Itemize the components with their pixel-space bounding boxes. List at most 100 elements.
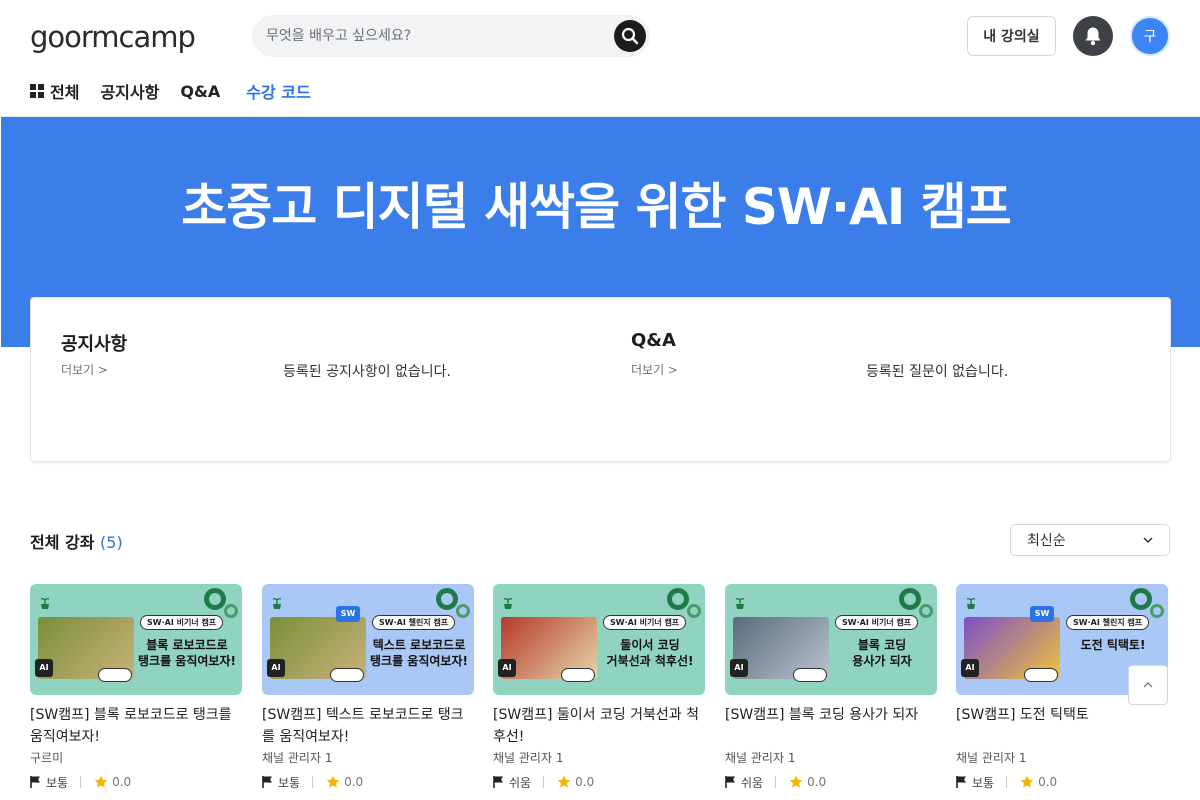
course-rating: 0.0 <box>112 775 132 789</box>
star-icon <box>789 775 803 788</box>
course-title[interactable]: [SW캠프] 텍스트 로보코드로 탱크를 움직여보자! <box>262 704 474 748</box>
search-bar <box>252 15 650 57</box>
course-level: 보통 <box>278 775 301 790</box>
ai-badge-icon: AI <box>267 659 285 677</box>
course-card[interactable]: SW·AI 비기너 캠프 둘이서 코딩 거북선과 척후선! AI [SW캠프] … <box>493 584 705 790</box>
star-icon <box>557 775 571 788</box>
scroll-top-button[interactable] <box>1128 665 1168 705</box>
nav-qna[interactable]: Q&A <box>180 82 220 101</box>
meta-divider <box>1006 776 1008 788</box>
course-level: 쉬움 <box>509 775 532 790</box>
notice-more-link[interactable]: 더보기 > <box>61 361 108 378</box>
my-courses-button[interactable]: 내 강의실 <box>967 16 1056 56</box>
sprout-icon <box>966 598 976 609</box>
course-thumbnail[interactable]: SW·AI 비기너 캠프 블록 로보코드로 탱크를 움직여보자! AI <box>30 584 242 695</box>
small-gear-icon <box>1150 604 1164 618</box>
course-title[interactable]: [SW캠프] 블록 코딩 용사가 되자 <box>725 704 937 748</box>
course-author: 채널 관리자 1 <box>956 751 1027 765</box>
meta-divider <box>543 776 545 788</box>
course-author: 채널 관리자 1 <box>262 751 333 765</box>
course-meta: 보통 0.0 <box>262 774 474 790</box>
sw-badge-icon: SW <box>336 606 360 622</box>
notice-section: 공지사항 더보기 > 등록된 공지사항이 없습니다. <box>31 298 601 463</box>
thumbnail-camp-tag: SW·AI 비기너 캠프 <box>603 615 687 630</box>
notice-empty-message: 등록된 공지사항이 없습니다. <box>283 364 451 380</box>
nav-enroll-code[interactable]: 수강 코드 <box>246 79 310 103</box>
console-icon <box>1024 668 1058 682</box>
course-author: 구르미 <box>30 751 64 765</box>
course-card[interactable]: SW·AI 비기너 캠프 블록 코딩 용사가 되자 AI [SW캠프] 블록 코… <box>725 584 937 790</box>
course-title[interactable]: [SW캠프] 둘이서 코딩 거북선과 척후선! <box>493 704 705 748</box>
course-meta: 쉬움 0.0 <box>725 774 937 790</box>
main-nav: 전체 공지사항 Q&A 수강 코드 <box>30 78 332 104</box>
notice-title: 공지사항 <box>61 334 128 355</box>
sprout-icon <box>735 598 745 609</box>
ai-badge-icon: AI <box>961 659 979 677</box>
console-icon <box>793 668 827 682</box>
sprout-icon <box>40 598 50 609</box>
nav-all[interactable]: 전체 <box>30 79 79 103</box>
flag-icon <box>493 776 503 788</box>
thumbnail-text: 블록 코딩 용사가 되자 <box>852 638 912 668</box>
course-rating: 0.0 <box>575 775 595 789</box>
course-level: 쉬움 <box>741 775 764 790</box>
sw-badge-icon: SW <box>1030 606 1054 622</box>
small-gear-icon <box>687 604 701 618</box>
goormcamp-logo[interactable]: goormcamp <box>30 20 196 54</box>
course-author: 채널 관리자 1 <box>725 751 796 765</box>
small-gear-icon <box>456 604 470 618</box>
search-input[interactable] <box>266 15 596 57</box>
gear-icon <box>204 588 226 610</box>
course-thumbnail[interactable]: SW·AI 챌린지 캠프 텍스트 로보코드로 탱크를 움직여보자! AI SW <box>262 584 474 695</box>
course-card[interactable]: SW·AI 비기너 캠프 블록 로보코드로 탱크를 움직여보자! AI [SW캠… <box>30 584 242 790</box>
flag-icon <box>262 776 272 788</box>
course-card[interactable]: SW·AI 챌린지 캠프 텍스트 로보코드로 탱크를 움직여보자! AI SW … <box>262 584 474 790</box>
sprout-icon <box>503 598 513 609</box>
notifications-button[interactable] <box>1073 16 1113 56</box>
star-icon <box>1020 775 1034 788</box>
course-list-title: 전체 강좌 (5) <box>30 529 123 553</box>
meta-divider <box>775 776 777 788</box>
thumbnail-camp-tag: SW·AI 챌린지 캠프 <box>1066 615 1150 630</box>
course-count: (5) <box>100 533 123 552</box>
search-button[interactable] <box>614 20 646 52</box>
gear-icon <box>1130 588 1152 610</box>
course-title[interactable]: [SW캠프] 도전 틱택토 <box>956 704 1168 748</box>
chevron-down-icon <box>1143 537 1153 543</box>
qna-empty-message: 등록된 질문이 없습니다. <box>866 364 1009 380</box>
nav-notice[interactable]: 공지사항 <box>100 79 159 103</box>
course-thumbnail[interactable]: SW·AI 비기너 캠프 블록 코딩 용사가 되자 AI <box>725 584 937 695</box>
thumbnail-camp-tag: SW·AI 챌린지 캠프 <box>372 615 456 630</box>
ai-badge-icon: AI <box>498 659 516 677</box>
course-meta: 쉬움 0.0 <box>493 774 705 790</box>
banner-title: 초중고 디지털 새싹을 위한 SW·AI 캠프 <box>181 178 1012 236</box>
sprout-icon <box>272 598 282 609</box>
nav-all-label: 전체 <box>50 83 80 102</box>
header: goormcamp 내 강의실 구 <box>0 0 1200 72</box>
gear-icon <box>899 588 921 610</box>
star-icon <box>326 775 340 788</box>
console-icon <box>98 668 132 682</box>
thumbnail-text: 텍스트 로보코드로 탱크를 움직여보자! <box>370 638 468 668</box>
sort-selected-label: 최신순 <box>1027 533 1066 549</box>
course-meta: 보통 0.0 <box>956 774 1168 790</box>
course-thumbnail[interactable]: SW·AI 비기너 캠프 둘이서 코딩 거북선과 척후선! AI <box>493 584 705 695</box>
qna-more-link[interactable]: 더보기 > <box>631 361 678 378</box>
course-title[interactable]: [SW캠프] 블록 로보코드로 탱크를 움직여보자! <box>30 704 242 748</box>
thumbnail-camp-tag: SW·AI 비기너 캠프 <box>835 615 919 630</box>
thumbnail-text: 둘이서 코딩 거북선과 척후선! <box>606 638 694 668</box>
search-icon <box>621 27 639 45</box>
user-avatar[interactable]: 구 <box>1130 16 1170 56</box>
chevron-up-icon <box>1143 682 1153 688</box>
console-icon <box>561 668 595 682</box>
qna-section: Q&A 더보기 > 등록된 질문이 없습니다. <box>601 298 1171 463</box>
star-icon <box>94 775 108 788</box>
ai-badge-icon: AI <box>35 659 53 677</box>
sort-dropdown[interactable]: 최신순 <box>1010 524 1170 556</box>
console-icon <box>330 668 364 682</box>
flag-icon <box>30 776 40 788</box>
course-rating: 0.0 <box>344 775 364 789</box>
course-rating: 0.0 <box>807 775 827 789</box>
thumbnail-text: 도전 틱택토! <box>1080 638 1146 652</box>
flag-icon <box>956 776 966 788</box>
